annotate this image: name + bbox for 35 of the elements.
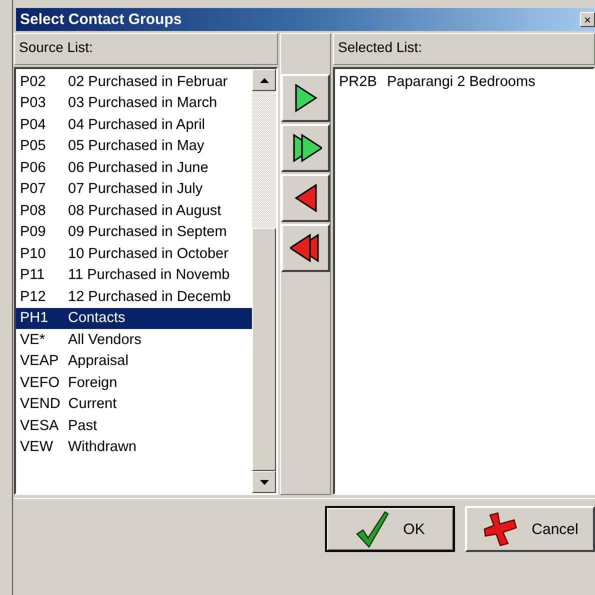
remove-button[interactable] xyxy=(281,174,330,222)
list-item[interactable]: P10 10 Purchased in October xyxy=(16,243,252,264)
cancel-button[interactable]: Cancel xyxy=(465,506,595,552)
list-item[interactable]: P06 06 Purchased in June xyxy=(16,157,252,178)
list-item[interactable]: VEND Current xyxy=(16,394,252,415)
list-item[interactable]: PH1 Contacts xyxy=(16,308,252,329)
add-all-button[interactable] xyxy=(281,124,330,172)
add-button[interactable] xyxy=(281,74,330,122)
list-item[interactable]: VEAP Appraisal xyxy=(16,350,252,372)
list-item[interactable]: VESA Past xyxy=(16,415,252,436)
remove-all-button[interactable] xyxy=(281,224,330,272)
list-item[interactable]: PR2B Paparangi 2 Bedrooms xyxy=(335,71,593,92)
list-item[interactable]: P02 02 Purchased in Februar xyxy=(16,71,252,92)
list-item[interactable]: VE* All Vendors xyxy=(16,329,252,350)
double-left-arrow-icon xyxy=(290,231,322,265)
list-item[interactable]: P08 08 Purchased in August xyxy=(16,200,252,222)
list-item[interactable]: P07 07 Purchased in July xyxy=(16,178,252,200)
window-title: Select Contact Groups xyxy=(20,11,182,28)
list-item[interactable]: P05 05 Purchased in May xyxy=(16,136,252,157)
list-item[interactable]: P12 12 Purchased in Decemb xyxy=(16,286,252,308)
close-button[interactable]: × xyxy=(580,12,595,27)
checkmark-icon xyxy=(355,510,390,548)
ok-button[interactable]: OK xyxy=(325,506,455,552)
list-item[interactable]: VEFO Foreign xyxy=(16,372,252,394)
list-item[interactable]: P03 03 Purchased in March xyxy=(16,92,252,114)
list-item[interactable]: VEW Withdrawn xyxy=(16,436,252,458)
up-arrow-icon xyxy=(260,78,268,82)
list-header: Selected List: xyxy=(333,33,595,65)
down-arrow-icon xyxy=(260,480,268,484)
list-item[interactable]: P09 09 Purchased in Septem xyxy=(16,222,252,243)
list-item[interactable]: P04 04 Purchased in April xyxy=(16,114,252,136)
list-item[interactable]: P11 11 Purchased in Novemb xyxy=(16,264,252,286)
cross-icon xyxy=(482,511,518,547)
scrollbar[interactable] xyxy=(252,69,276,493)
list-header: Source List: xyxy=(14,33,278,65)
